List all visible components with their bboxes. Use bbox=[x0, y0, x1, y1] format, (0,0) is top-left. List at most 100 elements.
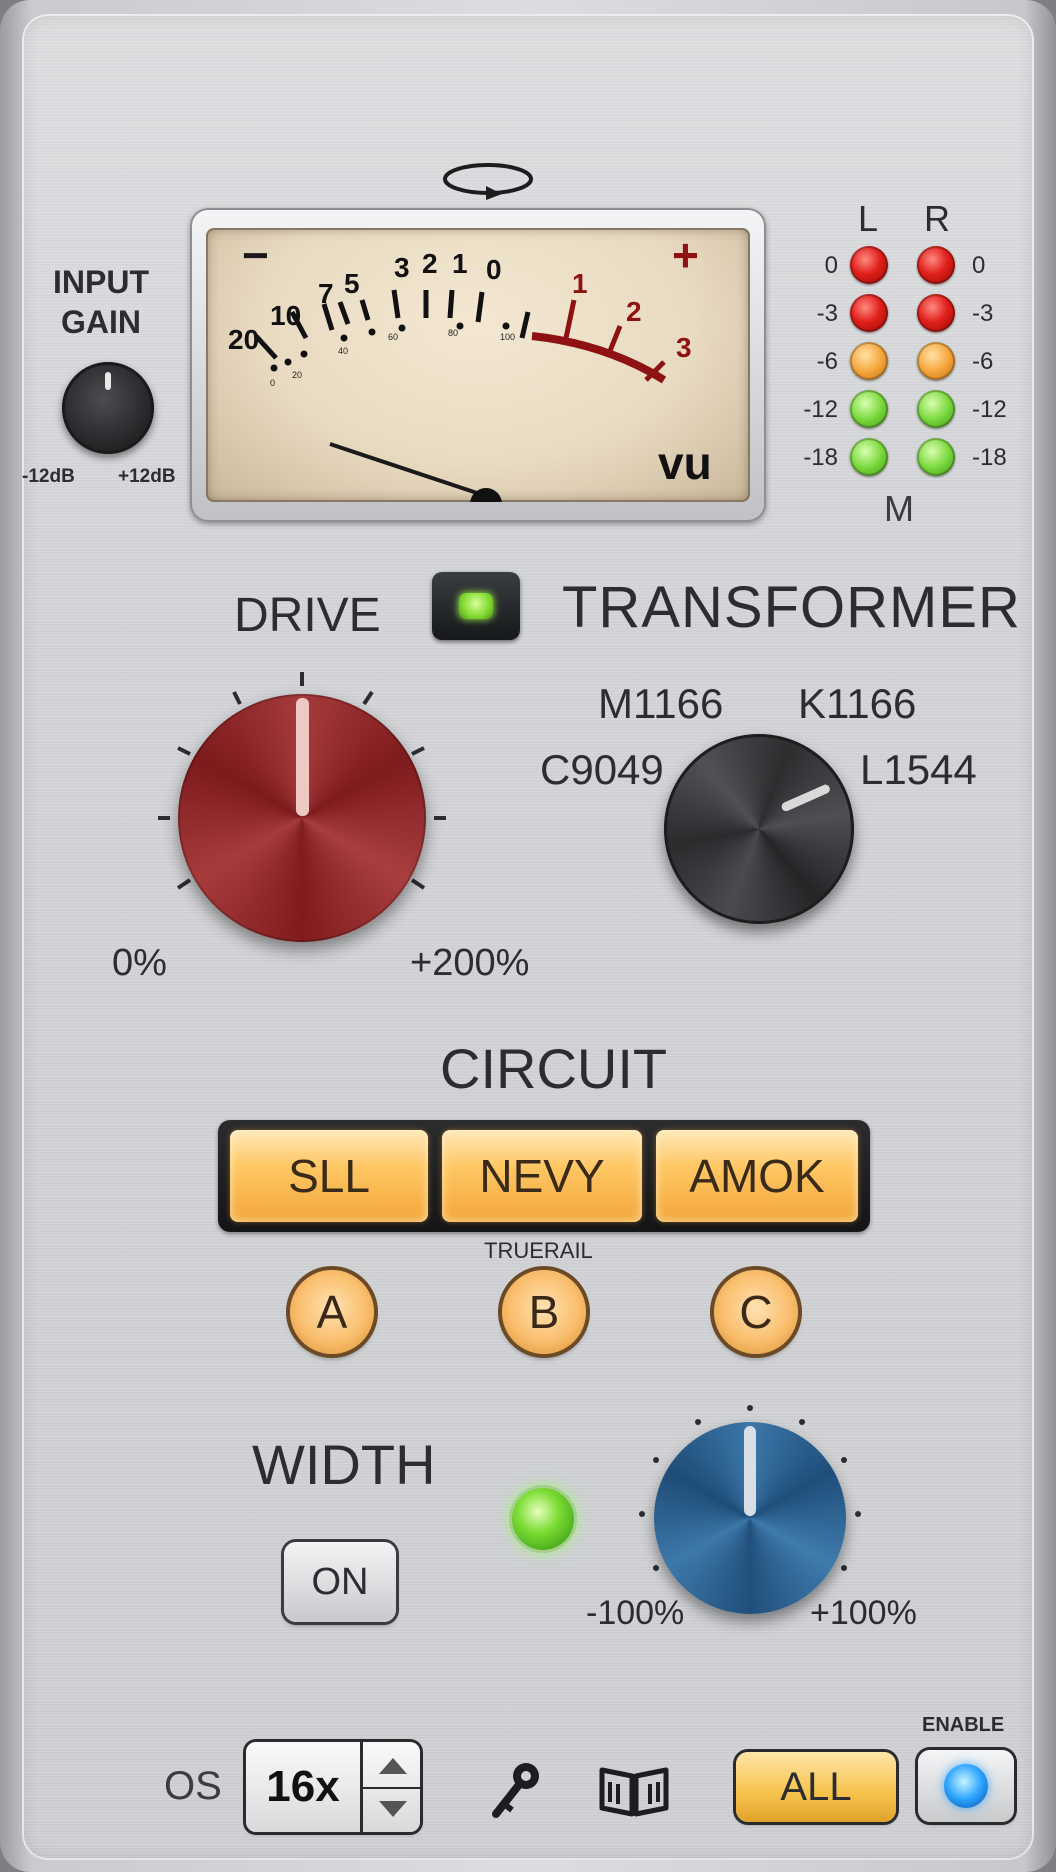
drive-knob[interactable] bbox=[178, 694, 426, 942]
input-gain-title: INPUT GAIN bbox=[40, 262, 162, 342]
circuit-button-nevy[interactable]: NEVY bbox=[442, 1130, 642, 1222]
oversampling-value[interactable]: 16x bbox=[246, 1742, 360, 1832]
vu-tick bbox=[519, 311, 531, 339]
width-on-button[interactable]: ON bbox=[284, 1542, 396, 1622]
right-level-led-12 bbox=[917, 390, 955, 428]
enable-button[interactable] bbox=[918, 1750, 1014, 1822]
width-title: WIDTH bbox=[252, 1433, 436, 1496]
left-level-led-3 bbox=[850, 294, 888, 332]
transformer-enable-button[interactable] bbox=[432, 572, 520, 640]
width-knob[interactable] bbox=[654, 1422, 846, 1614]
loop-arrow-icon[interactable] bbox=[440, 158, 536, 200]
vu-tick bbox=[447, 289, 455, 319]
oversampling-selector: 16x bbox=[246, 1742, 423, 1832]
db-label-left: -6 bbox=[816, 348, 838, 375]
vu-scale-label: 0 bbox=[486, 254, 502, 285]
drive-max-label: +200% bbox=[410, 942, 530, 984]
input-gain-min-label: -12dB bbox=[22, 466, 75, 487]
circuit-title: CIRCUIT bbox=[440, 1037, 668, 1100]
db-label-left: -18 bbox=[803, 444, 838, 471]
transformer-option-m1166[interactable]: M1166 bbox=[598, 680, 723, 728]
vu-scale-label: 3 bbox=[394, 252, 410, 283]
transformer-selector-knob[interactable] bbox=[664, 734, 854, 924]
vu-tick bbox=[391, 289, 401, 319]
vu-meter: − + 20 10 7 5 3 2 1 0 1 2 3 0 20 40 60 8… bbox=[190, 208, 766, 522]
meter-mode-toggle[interactable]: M bbox=[884, 488, 914, 530]
input-gain-knob[interactable] bbox=[62, 362, 154, 454]
vu-scale-label: 1 bbox=[572, 268, 588, 299]
drive-min-label: 0% bbox=[112, 942, 167, 984]
vu-meter-face: − + 20 10 7 5 3 2 1 0 1 2 3 0 20 40 60 8… bbox=[206, 228, 750, 502]
vu-percent-label: 80 bbox=[448, 328, 459, 338]
vu-plus-sign: + bbox=[672, 229, 699, 281]
stepper-down-button[interactable] bbox=[363, 1787, 423, 1832]
db-label-right: -12 bbox=[972, 396, 1007, 423]
right-level-led-3 bbox=[917, 294, 955, 332]
db-label-left: 0 bbox=[824, 252, 838, 279]
vu-needle-pivot bbox=[470, 488, 502, 502]
circuit-button-sll[interactable]: SLL bbox=[230, 1130, 428, 1222]
vu-percent-label: 60 bbox=[388, 332, 399, 342]
vu-scale-label: 2 bbox=[422, 248, 438, 279]
left-level-led-6 bbox=[850, 342, 888, 380]
circuit-variant-a[interactable]: A bbox=[290, 1270, 374, 1354]
vu-minus-sign: − bbox=[242, 229, 269, 281]
vu-scale-label: 3 bbox=[676, 332, 692, 363]
vu-scale-label: 20 bbox=[228, 324, 260, 355]
db-label-left: -12 bbox=[803, 396, 838, 423]
vu-scale-label: 5 bbox=[344, 268, 360, 299]
vu-percent-label: 0 bbox=[270, 378, 276, 388]
oversampling-label: OS bbox=[164, 1764, 222, 1808]
stepper-up-button[interactable] bbox=[363, 1742, 423, 1789]
width-max-label: +100% bbox=[810, 1594, 917, 1632]
circuit-variant-b[interactable]: B bbox=[502, 1270, 586, 1354]
vu-scale-label: 10 bbox=[270, 300, 302, 331]
db-label-right: -3 bbox=[972, 300, 994, 327]
left-level-led-0 bbox=[850, 246, 888, 284]
truerail-label: TRUERAIL bbox=[484, 1238, 593, 1263]
vu-tick bbox=[563, 299, 577, 339]
right-level-led-18 bbox=[917, 438, 955, 476]
db-label-right: -6 bbox=[972, 348, 994, 375]
right-channel-header: R bbox=[924, 198, 950, 239]
input-gain-max-label: +12dB bbox=[118, 466, 176, 487]
vu-red-arc bbox=[531, 332, 667, 384]
input-gain-title-line1: INPUT bbox=[53, 264, 149, 300]
key-icon[interactable] bbox=[488, 1760, 544, 1820]
db-label-right: 0 bbox=[972, 252, 986, 279]
width-status-led bbox=[512, 1488, 574, 1550]
left-channel-header: L bbox=[858, 198, 879, 239]
vu-tick bbox=[337, 301, 351, 325]
drive-title: DRIVE bbox=[234, 589, 381, 642]
transformer-option-k1166[interactable]: K1166 bbox=[798, 680, 916, 728]
vu-percent-label: 20 bbox=[292, 370, 303, 380]
left-level-led-12 bbox=[850, 390, 888, 428]
db-label-left: -3 bbox=[816, 300, 838, 327]
circuit-selector: SLL NEVY AMOK bbox=[218, 1120, 870, 1232]
right-level-led-6 bbox=[917, 342, 955, 380]
db-label-right: -18 bbox=[972, 444, 1007, 471]
transformer-option-c9049[interactable]: C9049 bbox=[540, 746, 664, 794]
vu-scale-label: 7 bbox=[318, 278, 334, 309]
width-min-label: -100% bbox=[586, 1594, 685, 1632]
oversampling-stepper bbox=[360, 1742, 423, 1832]
vu-scale-label: 2 bbox=[626, 296, 642, 327]
chevron-down-icon bbox=[379, 1801, 407, 1817]
vu-tick bbox=[359, 299, 371, 321]
vu-percent-label: 40 bbox=[338, 346, 349, 356]
vu-percent-label: 100 bbox=[500, 332, 516, 342]
left-level-led-18 bbox=[850, 438, 888, 476]
transformer-option-l1544[interactable]: L1544 bbox=[860, 746, 977, 794]
chevron-up-icon bbox=[379, 1758, 407, 1774]
vu-tick bbox=[475, 291, 485, 323]
vu-scale-label: 1 bbox=[452, 248, 468, 279]
all-button[interactable]: ALL bbox=[736, 1752, 896, 1822]
circuit-button-amok[interactable]: AMOK bbox=[656, 1130, 858, 1222]
input-gain-title-line2: GAIN bbox=[61, 304, 141, 340]
vu-needle bbox=[329, 442, 493, 500]
circuit-variant-c[interactable]: C bbox=[714, 1270, 798, 1354]
right-level-led-0 bbox=[917, 246, 955, 284]
manual-book-icon[interactable] bbox=[598, 1762, 670, 1818]
transformer-title: TRANSFORMER bbox=[562, 575, 1021, 640]
vu-unit-label: vu bbox=[658, 437, 712, 489]
